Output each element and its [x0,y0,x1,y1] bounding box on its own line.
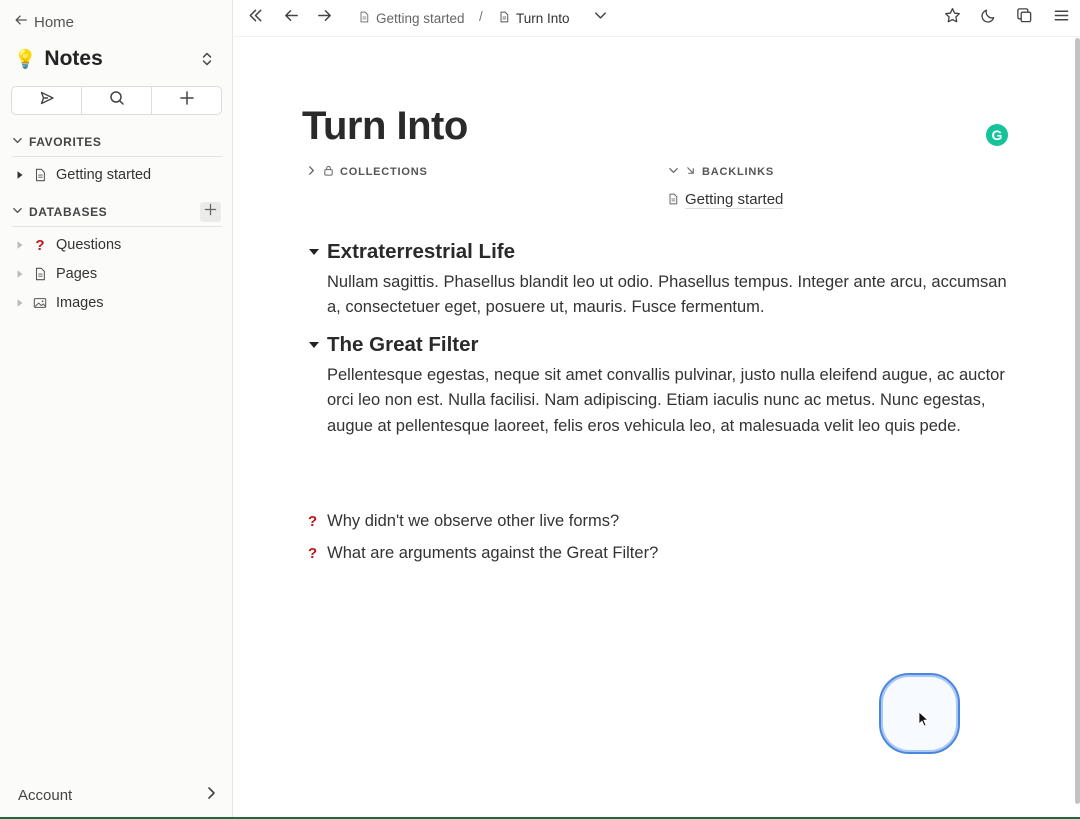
backlink-item[interactable]: Getting started [667,190,784,210]
chevron-down-icon [12,205,23,219]
toggle-heading[interactable]: The Great Filter [308,332,479,358]
collections-label: COLLECTIONS [340,166,428,178]
send-button[interactable] [12,87,82,114]
breadcrumb-parent[interactable]: Getting started [358,9,465,27]
question-label: Why didn't we observe other live forms? [327,511,620,530]
question-icon: ? [308,512,318,530]
sidebar: Home 💡 Notes FAVORITES Getting started D… [0,0,233,819]
chevron-down-icon [12,135,23,149]
chevron-right-icon [204,786,218,804]
caret-right-icon[interactable] [14,268,26,280]
favorite-button[interactable] [942,8,962,28]
sidebar-item-getting-started[interactable]: Getting started [14,164,151,186]
caret-right-icon[interactable] [14,297,26,309]
databases-header-label: DATABASES [29,205,108,219]
breadcrumb-current[interactable]: Turn Into [498,9,570,27]
paragraph[interactable]: Nullam sagittis. Phasellus blandit leo u… [327,270,1017,321]
plus-icon [204,203,217,221]
arrow-down-right-icon [685,165,696,179]
backlinks-toggle[interactable]: BACKLINKS [668,164,774,180]
document-icon [498,11,510,26]
sidebar-item-label: Getting started [56,167,152,183]
databases-header[interactable]: DATABASES [12,201,222,223]
add-button[interactable] [152,87,221,114]
question-icon: ? [35,236,45,254]
sidebar-toolbar [11,86,222,115]
caret-down-icon[interactable] [308,339,320,351]
caret-down-icon[interactable] [308,246,320,258]
send-icon [39,90,55,111]
lightbulb-icon: 💡 [14,49,37,69]
lock-icon [323,165,334,179]
backlink-label: Getting started [685,191,784,209]
home-label: Home [34,13,75,31]
chevrons-left-icon [247,7,264,29]
question-icon: ? [308,544,318,562]
favorites-header-label: FAVORITES [29,135,102,149]
arrow-left-icon [283,7,300,29]
question-link[interactable]: ? What are arguments against the Great F… [308,542,658,564]
sidebar-item-images[interactable]: Images [14,292,104,314]
chevron-down-icon [668,165,679,179]
sidebar-item-questions[interactable]: ? Questions [14,234,121,256]
add-database-button[interactable] [200,202,221,222]
workspace-switch-button[interactable] [199,50,215,68]
mouse-pointer-icon [918,711,930,727]
search-icon [109,90,125,111]
back-button[interactable] [281,8,301,28]
toggle-heading-text: The Great Filter [327,333,479,356]
chevron-down-icon [592,7,609,29]
workspace-title[interactable]: 💡 Notes [14,46,103,72]
menu-button[interactable] [1051,8,1071,28]
document-icon [32,266,48,282]
image-icon [32,295,48,311]
workspace-title-text: Notes [44,47,103,70]
breadcrumb-parent-label: Getting started [376,10,465,26]
duplicate-window-button[interactable] [1014,8,1034,28]
arrow-left-icon [14,13,28,31]
chevron-right-icon [306,165,317,179]
copy-icon [1016,7,1033,29]
question-link[interactable]: ? Why didn't we observe other live forms… [308,510,619,532]
divider [12,156,222,157]
star-icon [944,7,961,29]
breadcrumb-current-label: Turn Into [516,10,570,26]
account-button[interactable]: Account [18,784,218,806]
arrow-right-icon [316,7,333,29]
divider [12,226,222,227]
breadcrumb-separator: / [479,9,483,24]
sidebar-item-label: Pages [56,266,98,282]
scrollbar[interactable] [1075,38,1080,804]
backlinks-label: BACKLINKS [702,166,774,178]
document-icon [358,11,370,26]
top-bar: Getting started / Turn Into [234,0,1080,37]
theme-toggle-button[interactable] [978,8,998,28]
toggle-heading-text: Extraterrestrial Life [327,240,516,263]
page-title[interactable]: Turn Into [302,104,468,149]
sidebar-item-label: Questions [56,237,122,253]
hamburger-icon [1053,7,1070,29]
plus-icon [179,90,195,111]
account-label: Account [18,786,73,804]
sidebar-item-pages[interactable]: Pages [14,263,97,285]
chevron-updown-icon [199,52,215,72]
breadcrumb-dropdown-button[interactable] [590,8,610,28]
collections-toggle[interactable]: COLLECTIONS [306,164,428,180]
favorites-header[interactable]: FAVORITES [12,131,222,153]
question-label: What are arguments against the Great Fil… [327,543,659,562]
home-link[interactable]: Home [14,12,74,32]
search-button[interactable] [82,87,152,114]
caret-right-icon[interactable] [14,239,26,251]
sidebar-item-label: Images [56,295,104,311]
forward-button[interactable] [314,8,334,28]
document-icon [32,167,48,183]
collapse-sidebar-button[interactable] [245,8,265,28]
moon-icon [980,7,997,29]
toggle-heading[interactable]: Extraterrestrial Life [308,239,515,265]
document-icon [667,192,679,209]
grammarly-icon[interactable]: G [986,124,1008,146]
caret-right-icon[interactable] [14,169,26,181]
paragraph[interactable]: Pellentesque egestas, neque sit amet con… [327,363,1017,439]
